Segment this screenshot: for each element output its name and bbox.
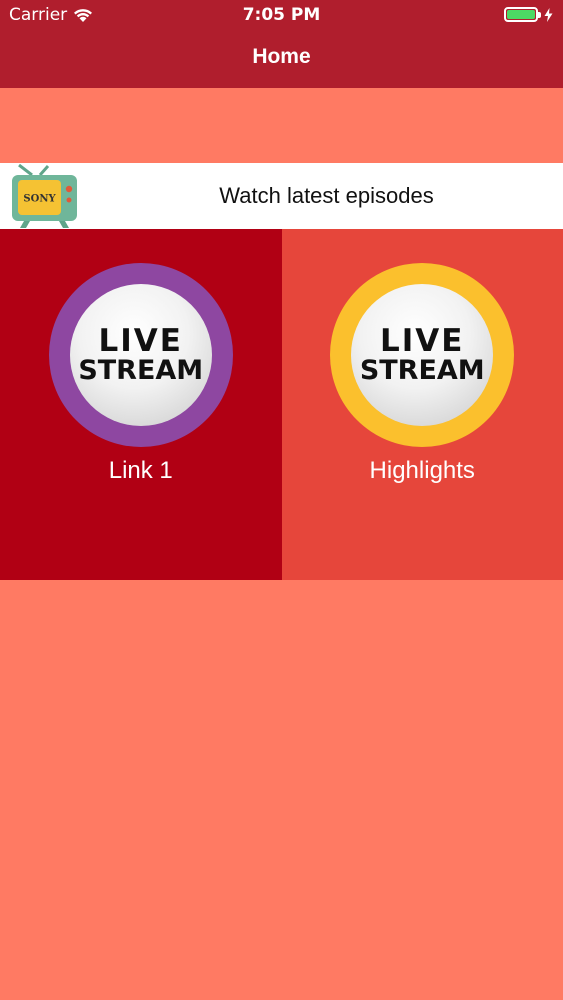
battery-group bbox=[504, 7, 553, 22]
status-bar: Carrier 7:05 PM bbox=[0, 0, 563, 30]
live-stream-icon: LIVE STREAM bbox=[48, 263, 233, 447]
banner-text: Watch latest episodes bbox=[219, 183, 434, 208]
status-time: 7:05 PM bbox=[242, 5, 321, 25]
live-stream-line2: STREAM bbox=[359, 355, 485, 387]
battery-icon bbox=[504, 7, 541, 22]
tile-highlights[interactable]: LIVE STREAM Highlights bbox=[281, 229, 563, 580]
tile-link-1[interactable]: LIVE STREAM Link 1 bbox=[0, 229, 282, 580]
live-stream-badge: LIVE STREAM bbox=[351, 284, 494, 426]
episodes-banner[interactable]: SONY Watch latest episodes bbox=[0, 163, 563, 229]
stream-tiles: LIVE STREAM Link 1 LIVE STREAM Highlight… bbox=[0, 229, 563, 580]
tile-label: Highlights bbox=[369, 457, 475, 484]
live-stream-line1: LIVE bbox=[98, 322, 183, 359]
tv-logo-text: SONY bbox=[23, 194, 56, 205]
tile-label: Link 1 bbox=[108, 457, 173, 484]
live-stream-badge: LIVE STREAM bbox=[69, 284, 212, 426]
battery-level bbox=[507, 10, 535, 19]
live-stream-line1: LIVE bbox=[380, 322, 465, 359]
page-title: Home bbox=[252, 45, 311, 68]
navigation-bar: Home bbox=[0, 30, 563, 88]
live-stream-icon: LIVE STREAM bbox=[330, 263, 515, 447]
live-stream-line2: STREAM bbox=[78, 355, 204, 387]
charging-bolt-icon bbox=[544, 7, 553, 22]
tv-logo-icon: SONY bbox=[12, 164, 77, 228]
